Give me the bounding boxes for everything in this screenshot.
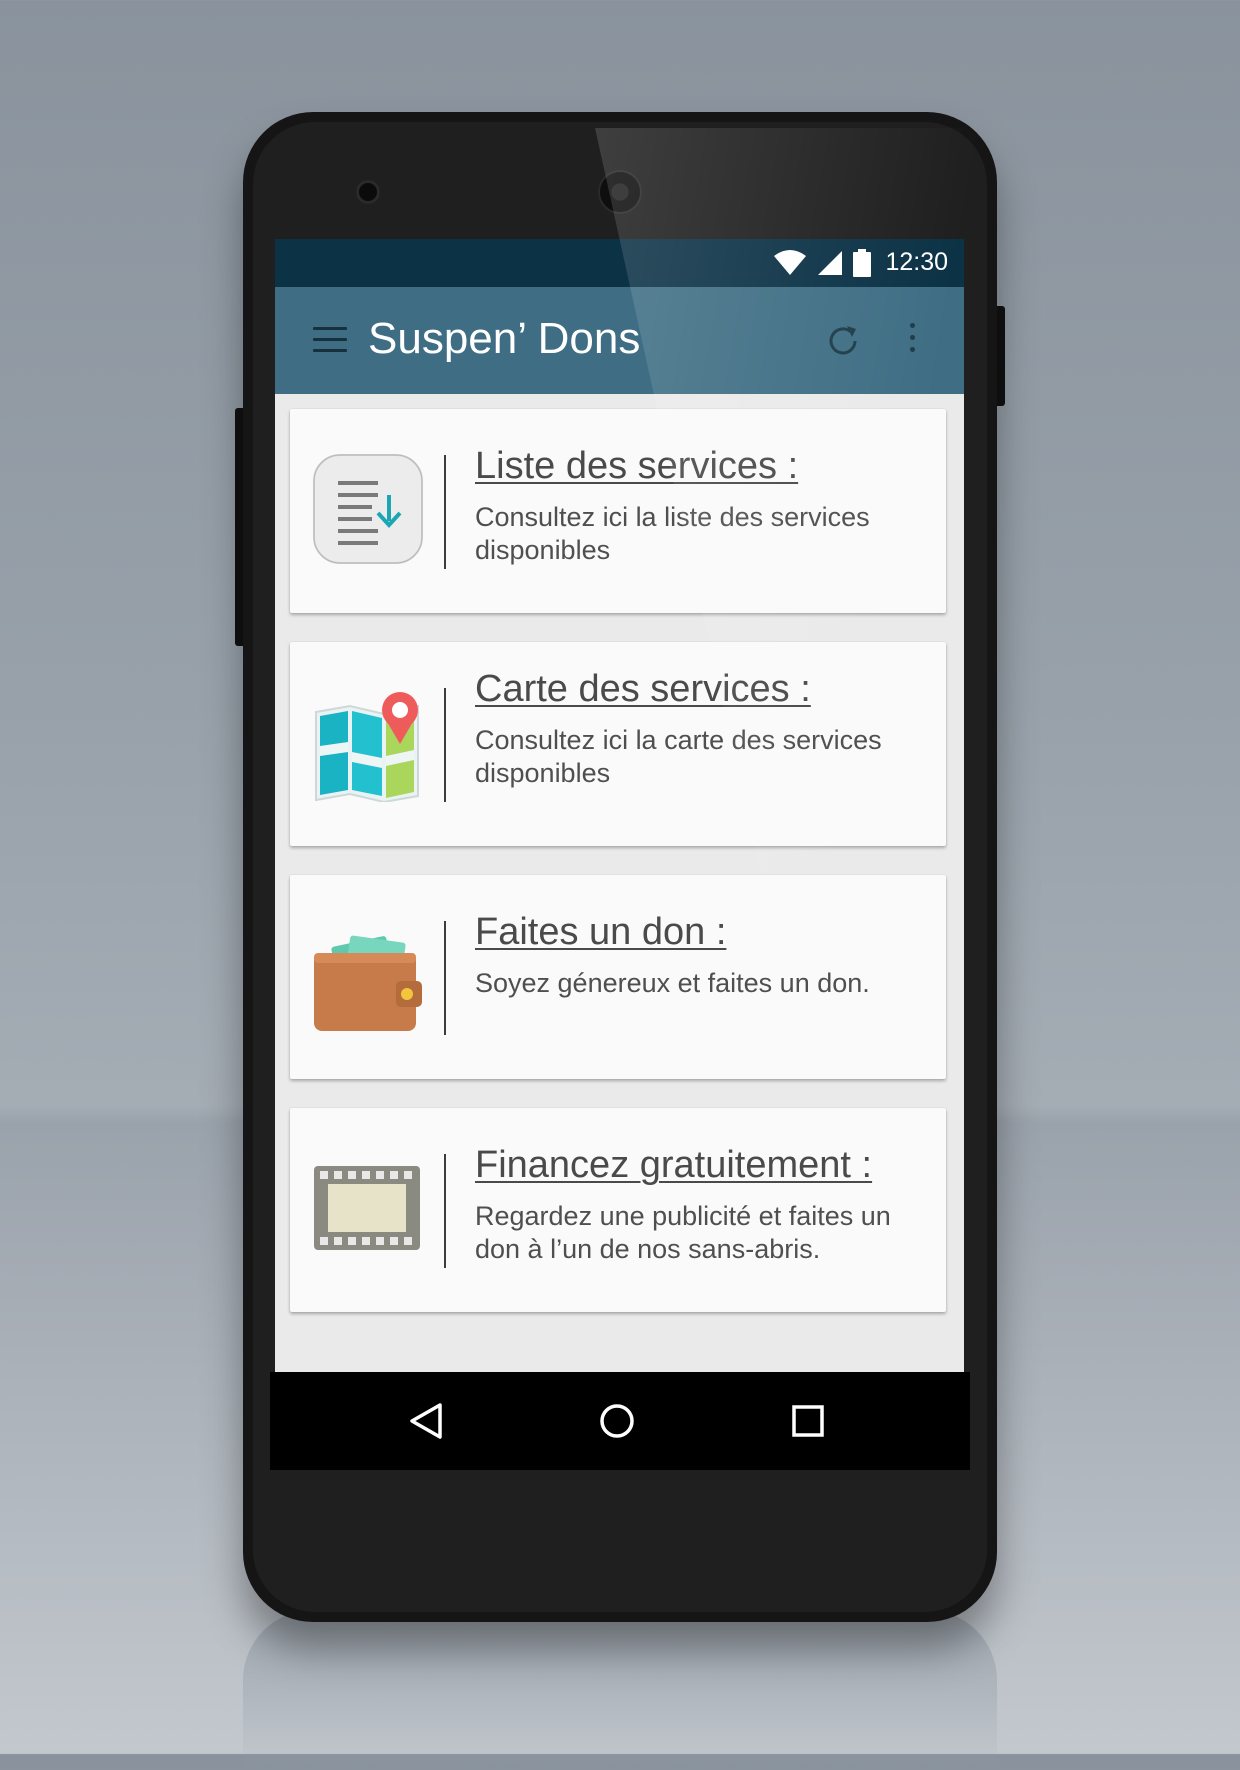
front-camera xyxy=(359,183,377,201)
card-description: Consultez ici la carte des services disp… xyxy=(475,725,882,788)
film-strip-icon xyxy=(314,1166,420,1250)
card-map-services[interactable]: Carte des services : Consultez ici la ca… xyxy=(290,642,946,846)
card-list-services[interactable]: Liste des services : Consultez ici la li… xyxy=(290,409,946,613)
signal-icon xyxy=(818,250,843,275)
battery-icon xyxy=(853,248,872,277)
more-vert-icon[interactable] xyxy=(905,323,919,359)
card-description: Consultez ici la liste des services disp… xyxy=(475,502,870,565)
card-description: Regardez une publicité et faites un don … xyxy=(475,1201,891,1264)
phone-reflection xyxy=(243,1610,997,1770)
refresh-icon[interactable] xyxy=(823,321,863,361)
navigation-bar xyxy=(270,1372,970,1470)
card-divider xyxy=(444,1154,446,1268)
recents-icon[interactable] xyxy=(790,1403,826,1439)
card-title[interactable]: Faites un don : xyxy=(475,911,726,954)
earpiece-speaker xyxy=(600,172,640,212)
status-bar: 12:30 xyxy=(275,239,964,287)
card-title[interactable]: Carte des services : xyxy=(475,668,811,711)
home-icon[interactable] xyxy=(598,1402,636,1440)
card-divider xyxy=(444,921,446,1035)
app-bar: Suspen’ Dons xyxy=(275,287,964,394)
menu-icon[interactable] xyxy=(313,327,347,353)
card-title[interactable]: Financez gratuitement : xyxy=(475,1144,872,1187)
card-fund-free[interactable]: Financez gratuitement : Regardez une pub… xyxy=(290,1108,946,1312)
list-download-icon xyxy=(313,454,423,564)
map-pin-icon xyxy=(315,692,419,802)
app-title: Suspen’ Dons xyxy=(368,314,641,363)
wifi-icon xyxy=(774,249,807,275)
status-icons: 12:30 xyxy=(773,248,948,277)
card-description: Soyez génereux et faites un don. xyxy=(475,968,870,998)
status-time: 12:30 xyxy=(885,248,948,276)
card-divider xyxy=(444,455,446,569)
wallet-icon xyxy=(314,935,422,1031)
card-divider xyxy=(444,688,446,802)
back-icon[interactable] xyxy=(407,1401,445,1441)
card-title[interactable]: Liste des services : xyxy=(475,445,798,488)
phone-screen: 12:30 Suspen’ Dons Liste des services: … xyxy=(275,239,964,1372)
card-list: Liste des services : Consultez ici la li… xyxy=(275,394,964,1372)
card-donate[interactable]: Faites un don : Soyez génereux et faites… xyxy=(290,875,946,1079)
